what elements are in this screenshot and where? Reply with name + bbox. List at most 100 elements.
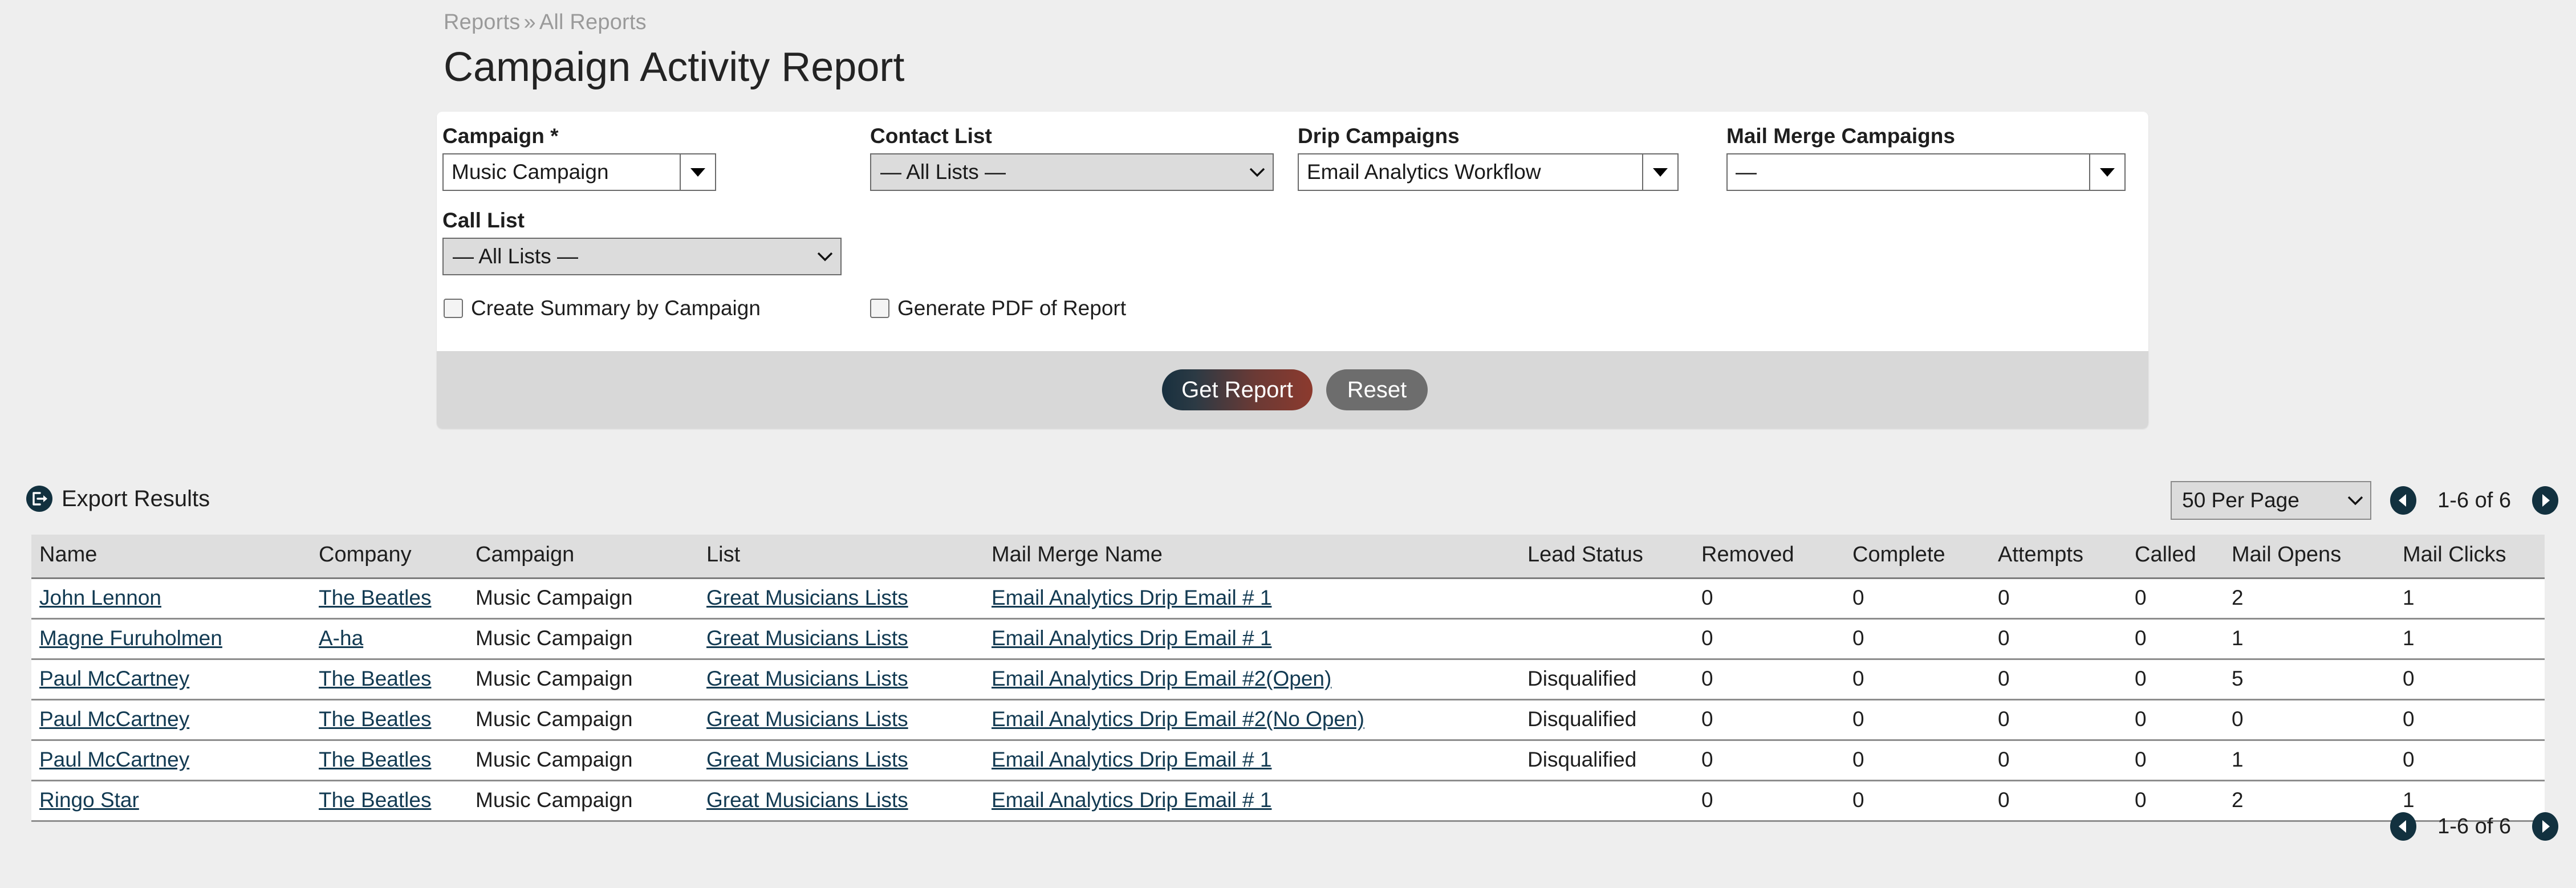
create-summary-checkbox-row[interactable]: Create Summary by Campaign [444, 296, 761, 320]
field-contact-list: Contact List — All Lists — [870, 124, 1274, 191]
list-link[interactable]: Great Musicians Lists [706, 788, 908, 812]
cell-called: 0 [2127, 619, 2224, 659]
mail-merge-name-link[interactable]: Email Analytics Drip Email # 1 [992, 788, 1271, 812]
table-row: Paul McCartneyThe BeatlesMusic CampaignG… [31, 700, 2545, 740]
cell-company[interactable]: The Beatles [311, 740, 468, 781]
cell-list[interactable]: Great Musicians Lists [698, 619, 984, 659]
drip-campaigns-dropdown-button[interactable] [1642, 154, 1677, 190]
company-link[interactable]: The Beatles [319, 586, 431, 609]
mail-merge-name-link[interactable]: Email Analytics Drip Email # 1 [992, 626, 1271, 650]
list-link[interactable]: Great Musicians Lists [706, 667, 908, 690]
cell-attempts: 0 [1990, 740, 2127, 781]
column-header-called[interactable]: Called [2127, 535, 2224, 579]
cell-mail-merge-name[interactable]: Email Analytics Drip Email # 1 [984, 579, 1519, 619]
column-header-mail-opens[interactable]: Mail Opens [2224, 535, 2395, 579]
name-link[interactable]: John Lennon [39, 586, 161, 609]
generate-pdf-checkbox-row[interactable]: Generate PDF of Report [870, 296, 1126, 320]
cell-name[interactable]: Magne Furuholmen [31, 619, 311, 659]
table-row: Ringo StarThe BeatlesMusic CampaignGreat… [31, 781, 2545, 821]
breadcrumb-current[interactable]: All Reports [539, 10, 647, 34]
get-report-button[interactable]: Get Report [1162, 369, 1313, 410]
cell-lead-status: Disqualified [1519, 659, 1693, 700]
cell-mail-merge-name[interactable]: Email Analytics Drip Email # 1 [984, 619, 1519, 659]
column-header-list[interactable]: List [698, 535, 984, 579]
cell-mail-clicks: 1 [2395, 619, 2545, 659]
cell-mail-merge-name[interactable]: Email Analytics Drip Email #2(No Open) [984, 700, 1519, 740]
cell-company[interactable]: The Beatles [311, 781, 468, 821]
column-header-mail-clicks[interactable]: Mail Clicks [2395, 535, 2545, 579]
cell-mail-merge-name[interactable]: Email Analytics Drip Email # 1 [984, 781, 1519, 821]
name-link[interactable]: Paul McCartney [39, 707, 189, 731]
call-list-select[interactable]: — All Lists — [442, 238, 842, 275]
cell-attempts: 0 [1990, 619, 2127, 659]
mail-merge-name-link[interactable]: Email Analytics Drip Email # 1 [992, 586, 1271, 609]
column-header-name[interactable]: Name [31, 535, 311, 579]
campaign-dropdown-button[interactable] [680, 154, 715, 190]
create-summary-checkbox[interactable] [444, 299, 463, 318]
column-header-lead-status[interactable]: Lead Status [1519, 535, 1693, 579]
list-link[interactable]: Great Musicians Lists [706, 626, 908, 650]
breadcrumb-parent[interactable]: Reports [444, 10, 520, 34]
per-page-select[interactable]: 50 Per Page [2171, 481, 2371, 520]
cell-list[interactable]: Great Musicians Lists [698, 740, 984, 781]
mail-merge-campaigns-select[interactable]: — [1726, 153, 2126, 191]
name-link[interactable]: Magne Furuholmen [39, 626, 222, 650]
campaign-selected-value: Music Campaign [444, 154, 680, 190]
cell-mail-opens: 2 [2224, 781, 2395, 821]
company-link[interactable]: The Beatles [319, 788, 431, 812]
list-link[interactable]: Great Musicians Lists [706, 586, 908, 609]
cell-company[interactable]: The Beatles [311, 700, 468, 740]
column-header-company[interactable]: Company [311, 535, 468, 579]
reset-button[interactable]: Reset [1326, 369, 1428, 410]
cell-mail-opens: 0 [2224, 700, 2395, 740]
cell-mail-merge-name[interactable]: Email Analytics Drip Email # 1 [984, 740, 1519, 781]
list-link[interactable]: Great Musicians Lists [706, 748, 908, 771]
company-link[interactable]: The Beatles [319, 707, 431, 731]
generate-pdf-checkbox[interactable] [870, 299, 889, 318]
cell-complete: 0 [1844, 579, 1990, 619]
prev-page-button-bottom[interactable] [2388, 812, 2418, 841]
company-link[interactable]: A-ha [319, 626, 363, 650]
name-link[interactable]: Paul McCartney [39, 748, 189, 771]
column-header-mail-merge-name[interactable]: Mail Merge Name [984, 535, 1519, 579]
export-results-button[interactable]: Export Results [26, 486, 210, 512]
chevron-down-icon [810, 251, 840, 262]
cell-company[interactable]: The Beatles [311, 579, 468, 619]
cell-mail-merge-name[interactable]: Email Analytics Drip Email #2(Open) [984, 659, 1519, 700]
cell-list[interactable]: Great Musicians Lists [698, 659, 984, 700]
mail-merge-campaigns-dropdown-button[interactable] [2089, 154, 2124, 190]
mail-merge-name-link[interactable]: Email Analytics Drip Email # 1 [992, 748, 1271, 771]
column-header-campaign[interactable]: Campaign [468, 535, 698, 579]
chevron-down-icon [1653, 167, 1668, 177]
mail-merge-name-link[interactable]: Email Analytics Drip Email #2(Open) [992, 667, 1331, 690]
column-header-attempts[interactable]: Attempts [1990, 535, 2127, 579]
cell-name[interactable]: John Lennon [31, 579, 311, 619]
prev-page-button-top[interactable] [2388, 486, 2418, 515]
drip-campaigns-select[interactable]: Email Analytics Workflow [1298, 153, 1679, 191]
cell-list[interactable]: Great Musicians Lists [698, 700, 984, 740]
list-link[interactable]: Great Musicians Lists [706, 707, 908, 731]
company-link[interactable]: The Beatles [319, 667, 431, 690]
column-header-complete[interactable]: Complete [1844, 535, 1990, 579]
cell-name[interactable]: Paul McCartney [31, 659, 311, 700]
cell-name[interactable]: Ringo Star [31, 781, 311, 821]
cell-name[interactable]: Paul McCartney [31, 740, 311, 781]
name-link[interactable]: Ringo Star [39, 788, 139, 812]
contact-list-select[interactable]: — All Lists — [870, 153, 1274, 191]
name-link[interactable]: Paul McCartney [39, 667, 189, 690]
cell-company[interactable]: A-ha [311, 619, 468, 659]
cell-list[interactable]: Great Musicians Lists [698, 781, 984, 821]
cell-removed: 0 [1693, 740, 1844, 781]
next-page-button-top[interactable] [2530, 486, 2560, 515]
next-page-button-bottom[interactable] [2530, 812, 2560, 841]
campaign-select[interactable]: Music Campaign [442, 153, 716, 191]
cell-name[interactable]: Paul McCartney [31, 700, 311, 740]
company-link[interactable]: The Beatles [319, 748, 431, 771]
cell-company[interactable]: The Beatles [311, 659, 468, 700]
cell-removed: 0 [1693, 579, 1844, 619]
cell-list[interactable]: Great Musicians Lists [698, 579, 984, 619]
cell-attempts: 0 [1990, 579, 2127, 619]
table-header-row: Name Company Campaign List Mail Merge Na… [31, 535, 2545, 579]
mail-merge-name-link[interactable]: Email Analytics Drip Email #2(No Open) [992, 707, 1364, 731]
column-header-removed[interactable]: Removed [1693, 535, 1844, 579]
